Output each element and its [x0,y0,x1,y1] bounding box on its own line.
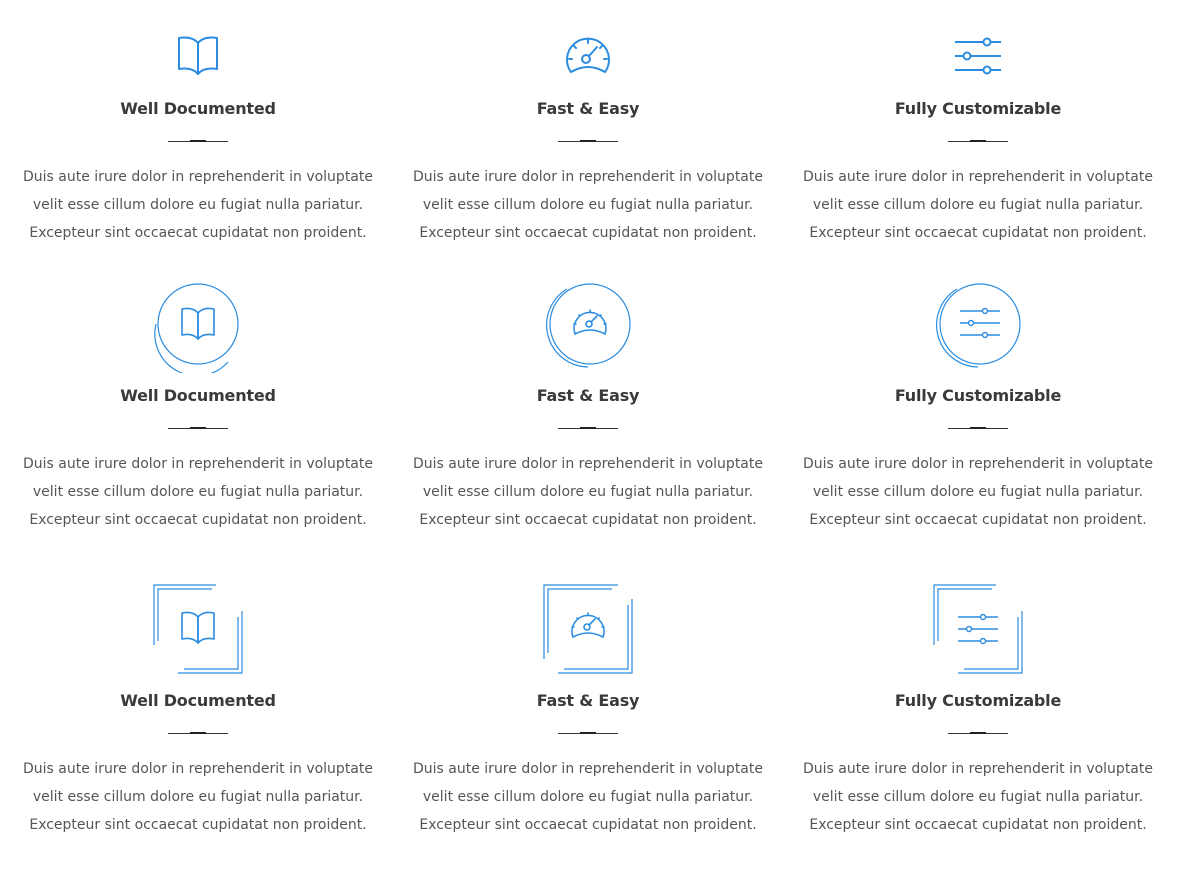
title-divider [168,427,228,429]
feature-title: Well Documented [120,386,276,405]
sliders-icon [960,307,1000,339]
title-divider [948,732,1008,734]
feature-title: Fast & Easy [536,386,640,405]
feature-title: Fully Customizable [894,386,1062,405]
square-frame [542,583,634,675]
title-divider [558,732,618,734]
book-icon [176,33,220,77]
circle-frame [543,283,633,373]
feature-description: Duis aute irure dolor in reprehenderit i… [413,761,763,833]
feature-description: Duis aute irure dolor in reprehenderit i… [23,456,373,528]
title-divider [948,427,1008,429]
speedometer-icon [563,34,613,78]
feature-title: Fully Customizable [894,691,1062,710]
square-frame [932,583,1024,675]
feature-description: Duis aute irure dolor in reprehenderit i… [23,761,373,833]
circle-frame [933,283,1023,373]
square-frame [152,583,244,675]
title-divider [558,427,618,429]
feature-description: Duis aute irure dolor in reprehenderit i… [413,456,763,528]
title-divider [558,140,618,142]
sliders-icon [958,613,998,645]
speedometer-icon [573,309,607,335]
feature-title: Well Documented [120,691,276,710]
title-divider [168,732,228,734]
sliders-icon [953,36,1003,76]
feature-description: Duis aute irure dolor in reprehenderit i… [803,456,1153,528]
feature-title: Fast & Easy [536,691,640,710]
book-icon [181,611,215,644]
book-icon [181,307,215,340]
speedometer-icon [571,612,605,638]
feature-description: Duis aute irure dolor in reprehenderit i… [803,169,1153,241]
feature-title: Fast & Easy [536,99,640,118]
circle-frame [153,283,243,373]
feature-description: Duis aute irure dolor in reprehenderit i… [413,169,763,241]
feature-description: Duis aute irure dolor in reprehenderit i… [803,761,1153,833]
feature-title: Well Documented [120,99,276,118]
feature-title: Fully Customizable [894,99,1062,118]
feature-description: Duis aute irure dolor in reprehenderit i… [23,169,373,241]
title-divider [168,140,228,142]
title-divider [948,140,1008,142]
